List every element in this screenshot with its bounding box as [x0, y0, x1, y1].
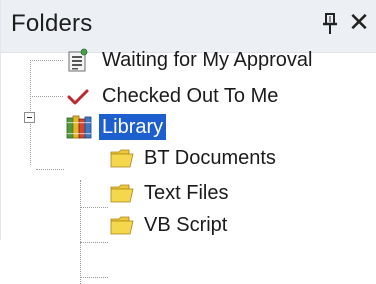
tree-item-bt-documents[interactable]: BT Documents: [109, 143, 279, 173]
tree-item-text-files[interactable]: Text Files: [109, 178, 231, 208]
tree-item-label: Waiting for My Approval: [102, 49, 313, 71]
library-books-icon: [65, 113, 95, 141]
tree-item-label: BT Documents: [144, 147, 276, 169]
tree-item-label: VB Script: [144, 214, 228, 236]
tree-item-label: Library: [99, 114, 167, 140]
tree-connector: [80, 207, 108, 208]
folder-icon: [109, 181, 135, 205]
tree-item-checked-out-to-me[interactable]: Checked Out To Me: [65, 81, 281, 111]
tree-connector: [36, 169, 64, 170]
close-icon[interactable]: ✕: [347, 8, 371, 36]
pin-icon[interactable]: [319, 12, 341, 36]
tree-item-waiting-for-approval[interactable]: Waiting for My Approval: [65, 45, 315, 75]
tree-connector: [80, 180, 81, 284]
tree-item-label: Text Files: [144, 182, 229, 204]
tree-connector: [80, 242, 108, 243]
folder-icon: [109, 213, 135, 237]
tree-connector: [30, 60, 63, 61]
folders-panel: Folders ✕ Waiting for My Approval Checke…: [0, 0, 376, 284]
tree-item-library[interactable]: Library: [65, 112, 167, 142]
tree-item-vb-script[interactable]: VB Script: [109, 210, 230, 240]
tree-connector: [30, 96, 63, 97]
folder-icon: [109, 146, 135, 170]
panel-title: Folders: [11, 10, 93, 37]
tree-item-label: Checked Out To Me: [102, 85, 279, 107]
checkmark-icon: [65, 83, 91, 109]
collapse-toggle-icon[interactable]: [24, 112, 35, 123]
approval-list-icon: [65, 47, 91, 73]
tree-connector: [80, 277, 108, 278]
